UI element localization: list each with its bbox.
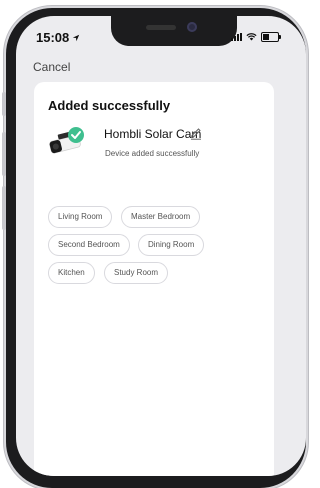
screen: 15:08 Cancel Added successfully Hombli S… xyxy=(16,16,306,476)
room-chip-dining-room[interactable]: Dining Room xyxy=(138,234,205,256)
speaker-grille xyxy=(146,25,176,30)
card-title: Added successfully xyxy=(48,98,171,113)
room-chip-kitchen[interactable]: Kitchen xyxy=(48,262,95,284)
volume-down-button xyxy=(2,186,6,230)
room-chip-master-bedroom[interactable]: Master Bedroom xyxy=(121,206,201,228)
solar-camera-icon xyxy=(49,127,84,154)
cancel-button[interactable]: Cancel xyxy=(33,60,70,74)
edit-pencil-icon[interactable] xyxy=(190,126,202,140)
front-camera xyxy=(187,22,197,32)
device-status-text: Device added successfully xyxy=(105,149,200,158)
room-chip-second-bedroom[interactable]: Second Bedroom xyxy=(48,234,130,256)
volume-up-button xyxy=(2,132,6,176)
check-badge-icon xyxy=(68,127,84,143)
status-icons xyxy=(231,32,281,42)
status-time-text: 15:08 xyxy=(36,30,70,45)
added-success-card: Added successfully Hombli Solar Cam Devi… xyxy=(34,82,274,476)
status-time: 15:08 xyxy=(36,30,80,45)
notch xyxy=(111,16,237,46)
room-chip-study-room[interactable]: Study Room xyxy=(104,262,169,284)
mute-switch xyxy=(2,92,6,116)
device-name: Hombli Solar Cam xyxy=(104,127,202,141)
battery-icon xyxy=(261,32,281,42)
room-chip-living-room[interactable]: Living Room xyxy=(48,206,113,228)
wifi-icon xyxy=(246,33,257,41)
signal-icon xyxy=(231,33,242,41)
location-arrow-icon xyxy=(73,34,80,41)
